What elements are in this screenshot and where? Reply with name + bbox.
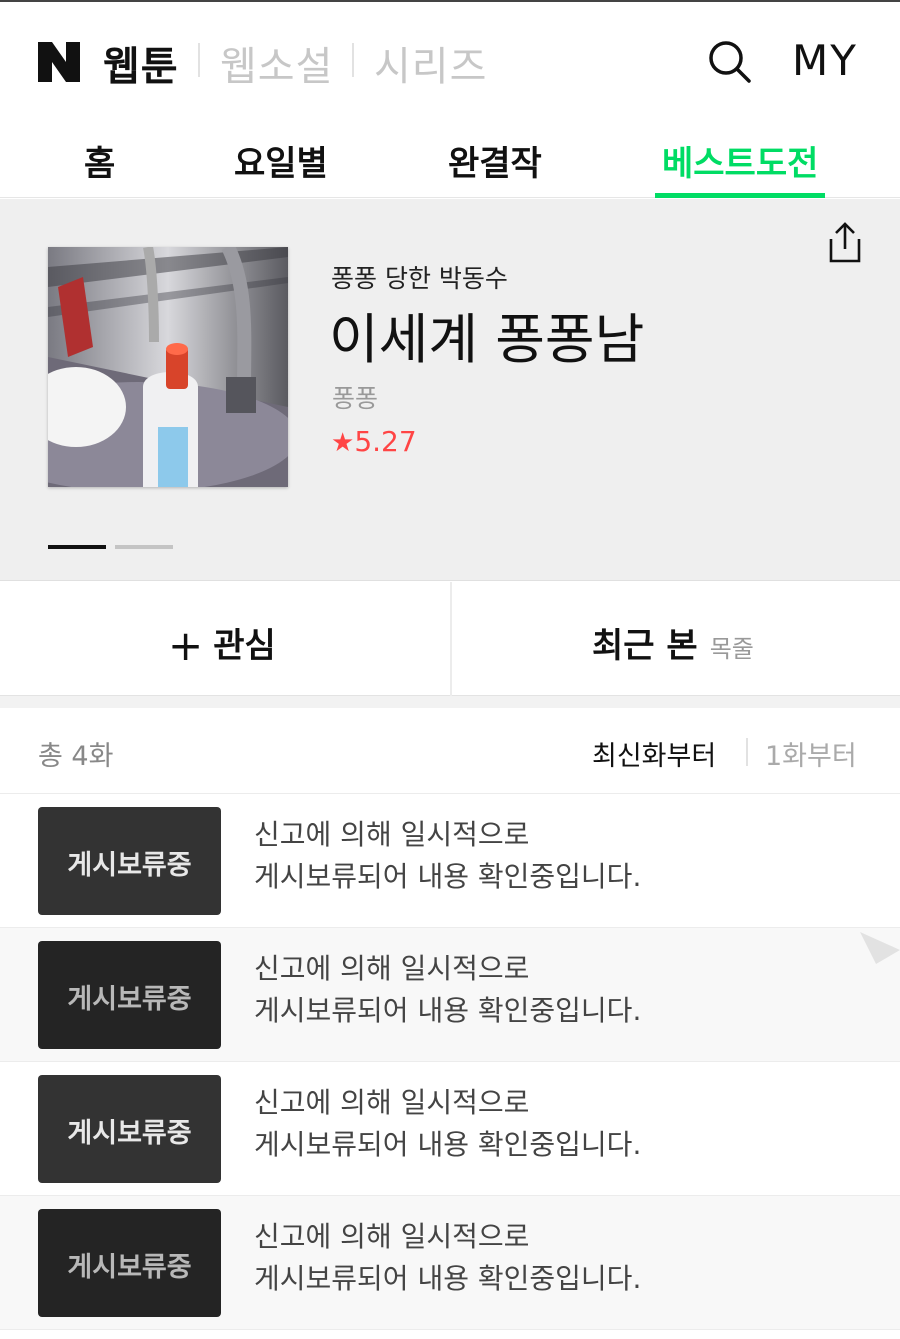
- naver-logo[interactable]: [38, 42, 80, 82]
- episode-badge: 게시보류중: [67, 850, 192, 881]
- episode-list-header: 총 4화 최신화부터 1화부터: [0, 708, 900, 794]
- episode-message-line: 게시보류되어 내용 확인중입니다.: [254, 860, 642, 893]
- episode-message: 신고에 의해 일시적으로 게시보류되어 내용 확인중입니다.: [254, 1216, 641, 1300]
- episode-message-line: 게시보류되어 내용 확인중입니다.: [254, 1128, 642, 1161]
- scroll-arrow-icon[interactable]: [860, 930, 900, 966]
- toc-label: 목줄: [709, 635, 754, 663]
- tab-weekday[interactable]: 요일별: [234, 136, 328, 185]
- episode-message: 신고에 의해 일시적으로 게시보류되어 내용 확인중입니다.: [254, 948, 641, 1032]
- action-buttons: + 관심 최근 본 목줄: [0, 582, 900, 696]
- service-divider: [198, 43, 200, 77]
- tab-completed[interactable]: 완결작: [448, 136, 542, 185]
- action-divider: [450, 582, 452, 696]
- episode-message-line: 신고에 의해 일시적으로: [254, 818, 530, 851]
- episode-thumbnail: 게시보류중: [38, 807, 221, 915]
- episode-message-line: 게시보류되어 내용 확인중입니다.: [254, 1262, 642, 1295]
- naver-n-icon: [38, 42, 80, 82]
- episode-message: 신고에 의해 일시적으로 게시보류되어 내용 확인중입니다.: [254, 1082, 641, 1166]
- title-thumbnail[interactable]: [48, 247, 288, 487]
- add-favorite-button[interactable]: + 관심: [168, 618, 276, 670]
- share-icon: [829, 222, 861, 263]
- top-bar: 웹툰 웹소설 시리즈 MY: [0, 0, 900, 118]
- episode-message: 신고에 의해 일시적으로 게시보류되어 내용 확인중입니다.: [254, 814, 641, 898]
- sort-divider: [746, 738, 748, 766]
- episode-badge: 게시보류중: [67, 1252, 192, 1283]
- episode-item[interactable]: 게시보류중 신고에 의해 일시적으로 게시보류되어 내용 확인중입니다.: [0, 928, 900, 1062]
- title-name: 이세계 퐁퐁남: [329, 308, 645, 371]
- episode-thumbnail: 게시보류중: [38, 1209, 221, 1317]
- title-rating: ★5.27: [331, 425, 417, 458]
- episode-badge: 게시보류중: [67, 984, 192, 1015]
- search-icon: [709, 41, 751, 83]
- recent-label: 최근 본: [592, 626, 698, 666]
- section-gap: [0, 696, 900, 708]
- episode-message-line: 신고에 의해 일시적으로: [254, 952, 530, 985]
- thumbnail-image: [48, 247, 288, 487]
- episode-item[interactable]: 게시보류중 신고에 의해 일시적으로 게시보류되어 내용 확인중입니다.: [0, 794, 900, 928]
- carousel-indicator-active[interactable]: [48, 545, 106, 549]
- title-author[interactable]: 퐁퐁: [332, 379, 378, 415]
- episode-thumbnail: 게시보류중: [38, 941, 221, 1049]
- episode-item[interactable]: 게시보류중 신고에 의해 일시적으로 게시보류되어 내용 확인중입니다.: [0, 1196, 900, 1330]
- category-tabs: 홈 요일별 완결작 베스트도전: [0, 118, 900, 198]
- episode-thumbnail: 게시보류중: [38, 1075, 221, 1183]
- rating-value: 5.27: [354, 425, 417, 458]
- recent-viewed-button[interactable]: 최근 본 목줄: [592, 618, 754, 667]
- episode-message-line: 신고에 의해 일시적으로: [254, 1220, 530, 1253]
- share-button[interactable]: [822, 219, 868, 265]
- episode-message-line: 게시보류되어 내용 확인중입니다.: [254, 994, 642, 1027]
- my-button[interactable]: MY: [792, 36, 858, 85]
- search-button[interactable]: [706, 38, 754, 86]
- active-tab-indicator: [655, 193, 825, 198]
- star-icon: ★: [331, 428, 355, 458]
- episode-badge: 게시보류중: [67, 1118, 192, 1149]
- episode-item[interactable]: 게시보류중 신고에 의해 일시적으로 게시보류되어 내용 확인중입니다.: [0, 1062, 900, 1196]
- service-divider: [352, 43, 354, 77]
- sort-first-button[interactable]: 1화부터: [765, 734, 857, 773]
- sort-latest-button[interactable]: 최신화부터: [592, 734, 716, 773]
- triangle-arrow-icon: [860, 932, 900, 964]
- service-series[interactable]: 시리즈: [374, 34, 487, 92]
- carousel-indicator[interactable]: [115, 545, 173, 549]
- service-webtoon[interactable]: 웹툰: [103, 34, 179, 92]
- title-info-panel: 퐁퐁 당한 박동수 이세계 퐁퐁남 퐁퐁 ★5.27: [0, 199, 900, 581]
- title-subtitle: 퐁퐁 당한 박동수: [331, 264, 508, 293]
- tab-best-challenge[interactable]: 베스트도전: [662, 136, 818, 185]
- plus-icon: +: [168, 621, 204, 670]
- service-webnovel[interactable]: 웹소설: [220, 34, 333, 92]
- favorite-label: 관심: [213, 626, 276, 666]
- episode-message-line: 신고에 의해 일시적으로: [254, 1086, 530, 1119]
- episode-count: 총 4화: [38, 741, 114, 772]
- tab-home[interactable]: 홈: [84, 136, 115, 185]
